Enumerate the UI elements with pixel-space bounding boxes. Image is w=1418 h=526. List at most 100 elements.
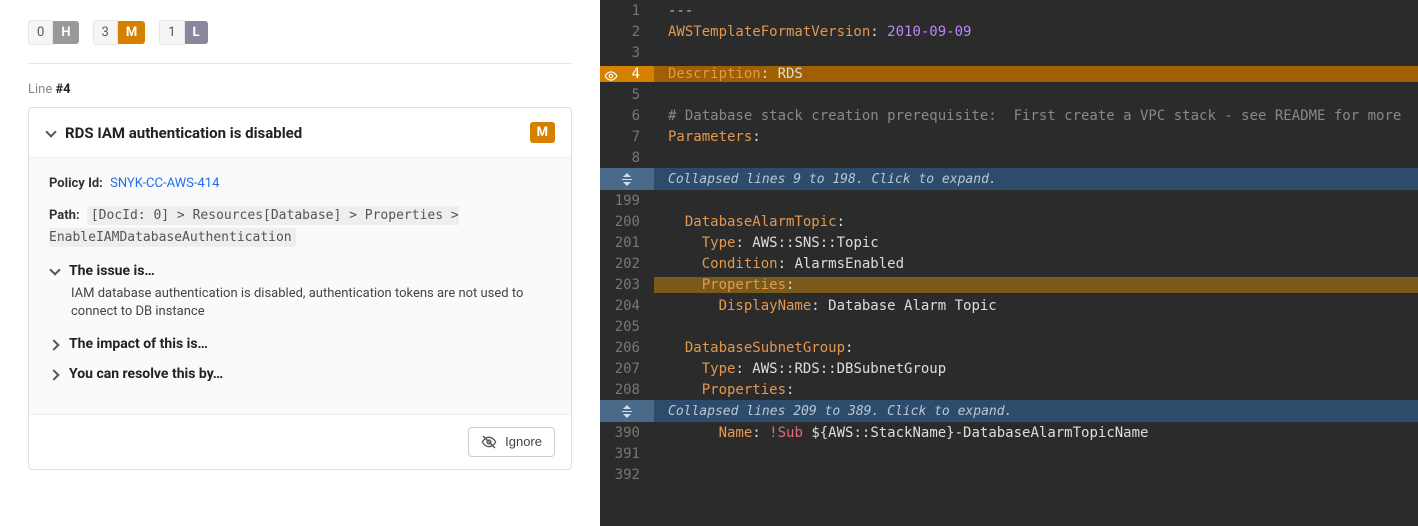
line-number: 201 — [600, 235, 654, 251]
severity-medium[interactable]: 3 M — [93, 20, 146, 45]
policy-id-label: Policy Id: — [49, 176, 103, 191]
section-issue-is-header[interactable]: The issue is… — [49, 263, 551, 279]
code-line[interactable]: 390 Name: !Sub ${AWS::StackName}-Databas… — [600, 422, 1418, 443]
code-content: Name: !Sub ${AWS::StackName}-DatabaseAla… — [654, 425, 1418, 441]
collapsed-region[interactable]: Collapsed lines 209 to 389. Click to exp… — [600, 400, 1418, 422]
line-number: 204 — [600, 298, 654, 314]
ignore-label: Ignore — [505, 434, 542, 449]
code-content: DatabaseSubnetGroup: — [654, 340, 1418, 356]
code-line[interactable]: 203 Properties: — [600, 274, 1418, 295]
code-line[interactable]: 207 Type: AWS::RDS::DBSubnetGroup — [600, 358, 1418, 379]
code-line[interactable]: 4Description: RDS — [600, 63, 1418, 84]
line-number: 4 — [600, 66, 654, 82]
chevron-right-icon — [49, 339, 59, 349]
policy-id-link[interactable]: SNYK-CC-AWS-414 — [110, 176, 219, 191]
severity-high[interactable]: 0 H — [28, 20, 79, 45]
severity-low[interactable]: 1 L — [159, 20, 207, 45]
code-line[interactable]: 5 — [600, 84, 1418, 105]
expand-icon[interactable] — [600, 400, 654, 422]
severity-summary: 0 H 3 M 1 L — [28, 20, 572, 45]
section-impact-title: The impact of this is… — [69, 336, 208, 352]
line-number: 5 — [600, 87, 654, 103]
code-line[interactable]: 391 — [600, 443, 1418, 464]
section-issue-is: The issue is… IAM database authenticatio… — [49, 263, 551, 321]
issue-body: Policy Id: SNYK-CC-AWS-414 Path: [DocId:… — [29, 157, 571, 414]
line-marker: Line #4 — [28, 82, 572, 97]
path-label: Path: — [49, 208, 80, 223]
collapsed-text: Collapsed lines 9 to 198. Click to expan… — [654, 172, 997, 187]
section-issue-is-body: IAM database authentication is disabled,… — [71, 285, 551, 321]
code-content: Description: RDS — [654, 66, 1418, 82]
severity-high-count: 0 — [28, 20, 53, 45]
ignore-button[interactable]: Ignore — [468, 427, 555, 457]
line-number: 199 — [600, 193, 654, 209]
collapsed-region[interactable]: Collapsed lines 9 to 198. Click to expan… — [600, 168, 1418, 190]
line-number: 203 — [600, 277, 654, 293]
severity-medium-label: M — [118, 21, 145, 44]
section-issue-is-title: The issue is… — [69, 263, 155, 279]
policy-id-field: Policy Id: SNYK-CC-AWS-414 — [49, 176, 551, 191]
code-content: AWSTemplateFormatVersion: 2010-09-09 — [654, 24, 1418, 40]
code-line[interactable]: 204 DisplayName: Database Alarm Topic — [600, 295, 1418, 316]
line-number: 208 — [600, 382, 654, 398]
line-number: 6 — [600, 108, 654, 124]
issue-title: RDS IAM authentication is disabled — [65, 124, 302, 142]
chevron-down-icon — [45, 128, 55, 138]
code-line[interactable]: 206 DatabaseSubnetGroup: — [600, 337, 1418, 358]
severity-low-label: L — [185, 21, 208, 44]
code-line[interactable]: 1--- — [600, 0, 1418, 21]
code-line[interactable]: 199 — [600, 190, 1418, 211]
code-line[interactable]: 208 Properties: — [600, 379, 1418, 400]
code-content: DatabaseAlarmTopic: — [654, 214, 1418, 230]
code-line[interactable]: 200 DatabaseAlarmTopic: — [600, 211, 1418, 232]
code-line[interactable]: 201 Type: AWS::SNS::Topic — [600, 232, 1418, 253]
code-content: # Database stack creation prerequisite: … — [654, 108, 1418, 124]
divider — [28, 63, 572, 64]
code-line[interactable]: 3 — [600, 42, 1418, 63]
code-line[interactable]: 392 — [600, 464, 1418, 485]
severity-low-count: 1 — [159, 20, 184, 45]
line-number: 200 — [600, 214, 654, 230]
code-line[interactable]: 2AWSTemplateFormatVersion: 2010-09-09 — [600, 21, 1418, 42]
code-line[interactable]: 205 — [600, 316, 1418, 337]
line-number: 8 — [600, 150, 654, 166]
issue-header[interactable]: RDS IAM authentication is disabled M — [29, 108, 571, 157]
line-marker-prefix: Line — [28, 82, 55, 97]
code-line[interactable]: 8 — [600, 147, 1418, 168]
line-number: 390 — [600, 425, 654, 441]
issue-card: RDS IAM authentication is disabled M Pol… — [28, 107, 572, 470]
code-content: --- — [654, 3, 1418, 19]
issue-panel: 0 H 3 M 1 L Line #4 RDS IAM authenticati… — [0, 0, 600, 526]
severity-badge: M — [530, 122, 555, 143]
line-number: 2 — [600, 24, 654, 40]
eye-icon — [604, 69, 618, 87]
code-line[interactable]: 7Parameters: — [600, 126, 1418, 147]
code-line[interactable]: 6# Database stack creation prerequisite:… — [600, 105, 1418, 126]
line-number: 392 — [600, 467, 654, 483]
expand-icon[interactable] — [600, 168, 654, 190]
chevron-down-icon — [49, 266, 59, 276]
section-resolve: You can resolve this by… — [49, 366, 551, 382]
line-number: 391 — [600, 446, 654, 462]
eye-off-icon — [481, 434, 497, 450]
collapsed-text: Collapsed lines 209 to 389. Click to exp… — [654, 404, 1012, 419]
section-resolve-header[interactable]: You can resolve this by… — [49, 366, 551, 382]
line-marker-value: #4 — [55, 82, 70, 97]
section-resolve-title: You can resolve this by… — [69, 366, 223, 382]
code-content: Properties: — [654, 277, 1418, 293]
severity-medium-count: 3 — [93, 20, 118, 45]
code-content: Type: AWS::RDS::DBSubnetGroup — [654, 361, 1418, 377]
code-content: Parameters: — [654, 129, 1418, 145]
code-line[interactable]: 202 Condition: AlarmsEnabled — [600, 253, 1418, 274]
code-content: Properties: — [654, 382, 1418, 398]
code-content: Condition: AlarmsEnabled — [654, 256, 1418, 272]
line-number: 202 — [600, 256, 654, 272]
line-number: 206 — [600, 340, 654, 356]
line-number: 3 — [600, 45, 654, 61]
line-number: 207 — [600, 361, 654, 377]
code-editor[interactable]: 1---2AWSTemplateFormatVersion: 2010-09-0… — [600, 0, 1418, 526]
chevron-right-icon — [49, 369, 59, 379]
section-impact-header[interactable]: The impact of this is… — [49, 336, 551, 352]
line-number: 7 — [600, 129, 654, 145]
code-content: DisplayName: Database Alarm Topic — [654, 298, 1418, 314]
